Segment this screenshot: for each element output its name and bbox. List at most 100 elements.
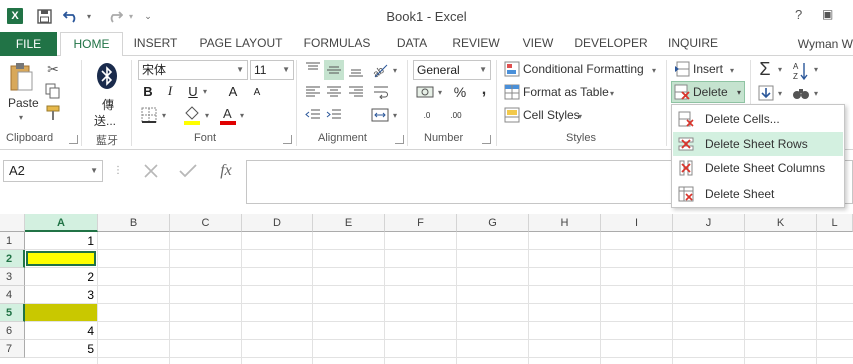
- align-right-icon[interactable]: [346, 83, 366, 101]
- find-select-dropdown-icon[interactable]: ▾: [812, 88, 820, 98]
- orientation-icon[interactable]: ab: [370, 60, 390, 80]
- conditional-formatting-icon[interactable]: [504, 61, 520, 77]
- number-format-combo[interactable]: General ▼: [413, 60, 491, 80]
- italic-button[interactable]: I: [163, 83, 177, 99]
- cell-a4[interactable]: 3: [25, 286, 97, 304]
- fill-dropdown-icon[interactable]: ▾: [776, 88, 784, 98]
- comma-style-button[interactable]: ,: [478, 81, 490, 99]
- bluetooth-icon[interactable]: [95, 62, 119, 90]
- delete-button[interactable]: Delete ▾: [671, 81, 745, 103]
- tab-page-layout[interactable]: PAGE LAYOUT: [196, 32, 286, 56]
- menu-item-delete-sheet[interactable]: Delete Sheet: [673, 182, 843, 206]
- bluetooth-send-label-1[interactable]: 傳: [102, 96, 114, 113]
- top-align-icon[interactable]: [303, 60, 323, 78]
- font-color-icon[interactable]: A: [218, 105, 238, 125]
- underline-dropdown-icon[interactable]: ▾: [201, 85, 209, 97]
- conditional-formatting-button[interactable]: Conditional Formatting: [523, 62, 644, 76]
- confirm-entry-icon[interactable]: [177, 160, 199, 182]
- format-as-table-icon[interactable]: [504, 84, 520, 100]
- tab-review[interactable]: REVIEW: [448, 32, 504, 56]
- tab-file[interactable]: FILE: [0, 32, 57, 56]
- find-select-icon[interactable]: [792, 84, 810, 102]
- column-header-i[interactable]: I: [601, 214, 673, 232]
- borders-icon[interactable]: [140, 106, 158, 124]
- formula-bar-grip-icon[interactable]: ⋮: [113, 164, 123, 178]
- menu-item-delete-cells[interactable]: Delete Cells...: [673, 107, 843, 131]
- middle-align-icon[interactable]: [324, 60, 344, 80]
- tab-inquire[interactable]: INQUIRE: [664, 32, 722, 56]
- tab-insert[interactable]: INSERT: [128, 32, 183, 56]
- decrease-indent-icon[interactable]: [303, 106, 323, 124]
- align-left-icon[interactable]: [303, 83, 323, 101]
- column-header-k[interactable]: K: [745, 214, 817, 232]
- wrap-text-icon[interactable]: [371, 83, 391, 101]
- cell-styles-button[interactable]: Cell Styles: [523, 108, 580, 122]
- chevron-down-icon[interactable]: ▼: [90, 161, 98, 181]
- paste-icon[interactable]: [8, 62, 36, 92]
- cell-a2[interactable]: [26, 251, 96, 266]
- format-painter-icon[interactable]: [44, 104, 62, 122]
- name-box[interactable]: A2 ▼: [3, 160, 103, 182]
- column-header-f[interactable]: F: [385, 214, 457, 232]
- row-header-5[interactable]: 5: [0, 304, 25, 322]
- insert-dropdown-icon[interactable]: ▾: [728, 65, 736, 75]
- format-as-table-dropdown-icon[interactable]: ▾: [608, 88, 616, 98]
- tab-formulas[interactable]: FORMULAS: [300, 32, 374, 56]
- row-header-7[interactable]: 7: [0, 340, 25, 358]
- column-header-c[interactable]: C: [170, 214, 242, 232]
- fill-down-icon[interactable]: [757, 84, 775, 102]
- conditional-formatting-dropdown-icon[interactable]: ▾: [650, 65, 658, 75]
- tab-data[interactable]: DATA: [390, 32, 434, 56]
- borders-dropdown-icon[interactable]: ▾: [160, 110, 168, 120]
- cell-a7[interactable]: 5: [25, 340, 97, 358]
- cell-a5[interactable]: [25, 304, 97, 321]
- percent-style-button[interactable]: %: [452, 83, 468, 101]
- ribbon-display-options-icon[interactable]: ▣: [822, 7, 833, 21]
- clipboard-launcher-icon[interactable]: [69, 135, 78, 144]
- tab-view[interactable]: VIEW: [518, 32, 558, 56]
- paste-label[interactable]: Paste: [8, 96, 39, 110]
- accounting-format-icon[interactable]: [415, 83, 435, 101]
- sort-dropdown-icon[interactable]: ▾: [812, 64, 820, 74]
- row-header-6[interactable]: 6: [0, 322, 25, 340]
- row-header-4[interactable]: 4: [0, 286, 25, 304]
- font-name-combo[interactable]: 宋体 ▼: [138, 60, 248, 80]
- autosum-button[interactable]: Σ: [756, 59, 774, 79]
- increase-decimal-button[interactable]: .0: [415, 104, 439, 126]
- bold-button[interactable]: B: [141, 83, 155, 99]
- accounting-dropdown-icon[interactable]: ▾: [436, 87, 444, 97]
- cut-icon[interactable]: ✂: [44, 60, 62, 78]
- row-header-1[interactable]: 1: [0, 232, 25, 250]
- help-button[interactable]: ?: [795, 7, 802, 22]
- column-header-d[interactable]: D: [242, 214, 313, 232]
- menu-item-delete-sheet-rows[interactable]: Delete Sheet Rows: [673, 132, 843, 156]
- font-color-dropdown-icon[interactable]: ▾: [238, 110, 246, 120]
- underline-button[interactable]: U: [186, 83, 200, 99]
- column-header-j[interactable]: J: [673, 214, 745, 232]
- number-launcher-icon[interactable]: [482, 135, 491, 144]
- insert-button[interactable]: Insert: [693, 62, 723, 76]
- menu-item-delete-sheet-columns[interactable]: Delete Sheet Columns: [673, 156, 843, 180]
- tab-home[interactable]: HOME: [60, 32, 123, 57]
- cell-a1[interactable]: 1: [25, 232, 97, 250]
- alignment-launcher-icon[interactable]: [395, 135, 404, 144]
- tab-developer[interactable]: DEVELOPER: [573, 32, 649, 56]
- user-name[interactable]: Wyman W: [798, 37, 853, 51]
- column-header-l[interactable]: L: [817, 214, 853, 232]
- font-size-combo[interactable]: 11 ▼: [250, 60, 294, 80]
- shrink-font-button[interactable]: A: [251, 85, 263, 99]
- bluetooth-send-label-2[interactable]: 送...: [94, 112, 116, 129]
- merge-center-icon[interactable]: [370, 106, 390, 124]
- align-center-icon[interactable]: [324, 83, 344, 101]
- increase-indent-icon[interactable]: [324, 106, 344, 124]
- bottom-align-icon[interactable]: [346, 60, 366, 80]
- cell-styles-icon[interactable]: [504, 107, 520, 123]
- worksheet-grid[interactable]: A B C D E F G H I J K L 1 2 3 4 5 6 7 1 …: [0, 214, 853, 364]
- cell-a6[interactable]: 4: [25, 322, 97, 340]
- cell-styles-dropdown-icon[interactable]: ▾: [576, 111, 584, 121]
- insert-cells-icon[interactable]: [674, 61, 690, 77]
- sort-filter-button[interactable]: AZ: [792, 60, 810, 82]
- orientation-dropdown-icon[interactable]: ▾: [391, 65, 399, 75]
- decrease-decimal-button[interactable]: .00: [444, 104, 468, 126]
- fill-color-dropdown-icon[interactable]: ▾: [203, 110, 211, 120]
